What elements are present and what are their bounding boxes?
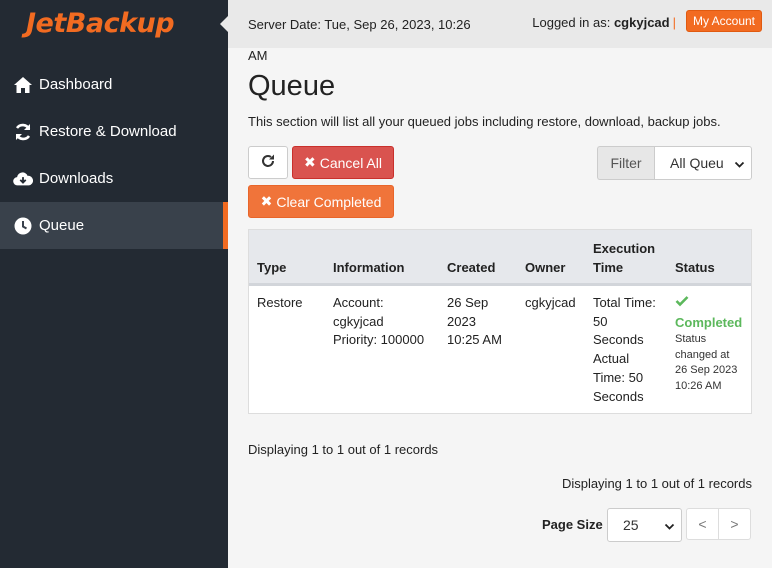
sidebar-item-dashboard[interactable]: Dashboard [0, 61, 228, 108]
table-header: Type Information Created Owner Execution… [249, 230, 751, 286]
username: cgkyjcad [613, 15, 670, 30]
refresh-button[interactable] [248, 146, 288, 179]
cancel-all-button[interactable]: ✖ Cancel All [292, 146, 394, 179]
separator: | [672, 15, 676, 30]
cell-created: 26 Sep 2023 10:25 AM [447, 294, 502, 350]
column-header-information[interactable]: Information [333, 258, 405, 277]
column-header-execution-time[interactable]: Execution Time [593, 239, 655, 277]
previous-page-button[interactable]: < [686, 508, 719, 540]
refresh-icon [261, 154, 275, 171]
status-line: 10:26 AM [675, 379, 722, 392]
jetbackup-logo: JetBackup [26, 8, 175, 39]
server-date-continued: AM [248, 48, 268, 63]
sidebar-item-label: Restore & Download [39, 123, 177, 140]
queue-table: Type Information Created Owner Execution… [248, 229, 752, 414]
cancel-all-label: Cancel All [319, 154, 382, 171]
column-header-status[interactable]: Status [675, 258, 715, 277]
page-size-label: Page Size [542, 517, 603, 532]
cell-line: 2023 [447, 313, 476, 329]
status-line: 26 Sep 2023 [675, 364, 738, 376]
column-header-type[interactable]: Type [257, 258, 286, 277]
cell-type: Restore [257, 295, 303, 310]
cell-line: Time: 50 [593, 369, 644, 385]
sidebar-item-queue[interactable]: Queue [0, 202, 228, 249]
page-description: This section will list all your queued j… [248, 114, 721, 129]
column-header-created[interactable]: Created [447, 258, 495, 277]
cell-line: cgkyjcad [333, 313, 384, 329]
cell-line: Seconds [593, 388, 644, 404]
close-icon: ✖ [260, 193, 273, 209]
cell-execution-time: Total Time: 50 Seconds Actual Time: 50 S… [593, 294, 656, 406]
header-line: Time [593, 260, 624, 275]
clock-icon [13, 216, 33, 236]
cell-owner: cgkyjcad [525, 295, 576, 310]
sidebar-item-label: Downloads [39, 170, 114, 187]
top-bar: Server Date: Tue, Sep 26, 2023, 10:26 Lo… [228, 0, 772, 48]
sidebar-caret [220, 16, 228, 32]
sidebar-item-label: Queue [39, 217, 85, 234]
records-count-bottom: Displaying 1 to 1 out of 1 records [561, 476, 752, 491]
chevron-down-icon [734, 157, 745, 173]
cloud-download-icon [13, 169, 33, 189]
cell-line: 50 [593, 313, 608, 329]
sidebar-item-restore-download[interactable]: Restore & Download [0, 108, 228, 155]
cell-line: Actual [593, 351, 630, 367]
next-page-button[interactable]: > [718, 508, 751, 540]
page-size-value: 25 [623, 517, 639, 533]
status-completed: Completed [675, 315, 743, 330]
filter-value: All Queu [670, 155, 724, 171]
status-line: Status [675, 333, 707, 345]
column-header-owner[interactable]: Owner [525, 258, 565, 277]
sidebar: JetBackup Dashboard Restore & Download D… [0, 0, 228, 568]
logged-in-prefix: Logged in as: [532, 15, 611, 30]
my-account-button[interactable]: My Account [685, 10, 762, 32]
page-size-select[interactable]: 25 [607, 508, 682, 542]
clear-completed-button[interactable]: ✖ Clear Completed [248, 185, 394, 218]
cell-line: 10:25 AM [447, 332, 502, 348]
cell-line: 26 Sep [447, 295, 489, 310]
cell-line: Account: [333, 295, 384, 310]
clear-completed-label: Clear Completed [276, 193, 382, 210]
status-changed-info: Status changed at 26 Sep 2023 10:26 AM [675, 332, 737, 394]
header-line: Execution [593, 241, 656, 256]
refresh-icon [13, 122, 33, 142]
chevron-down-icon [664, 519, 675, 535]
check-icon [675, 295, 689, 310]
records-count-top: Displaying 1 to 1 out of 1 records [248, 442, 439, 457]
filter-group: Filter All Queu [597, 146, 752, 180]
cell-line: Seconds [593, 332, 644, 348]
filter-label: Filter [597, 146, 654, 180]
sidebar-item-downloads[interactable]: Downloads [0, 155, 228, 202]
logged-in-info: Logged in as: cgkyjcad | [532, 15, 676, 30]
cell-information: Account: cgkyjcad Priority: 100000 [333, 294, 424, 350]
status-line: changed at [675, 348, 730, 361]
server-date: Server Date: Tue, Sep 26, 2023, 10:26 [248, 17, 471, 32]
home-icon [13, 75, 33, 95]
filter-select[interactable]: All Queu [654, 146, 752, 180]
page-title: Queue [248, 70, 336, 102]
close-icon: ✖ [304, 154, 316, 170]
cell-line: Total Time: [593, 295, 656, 310]
cell-line: Priority: 100000 [333, 332, 425, 348]
sidebar-item-label: Dashboard [39, 76, 113, 93]
